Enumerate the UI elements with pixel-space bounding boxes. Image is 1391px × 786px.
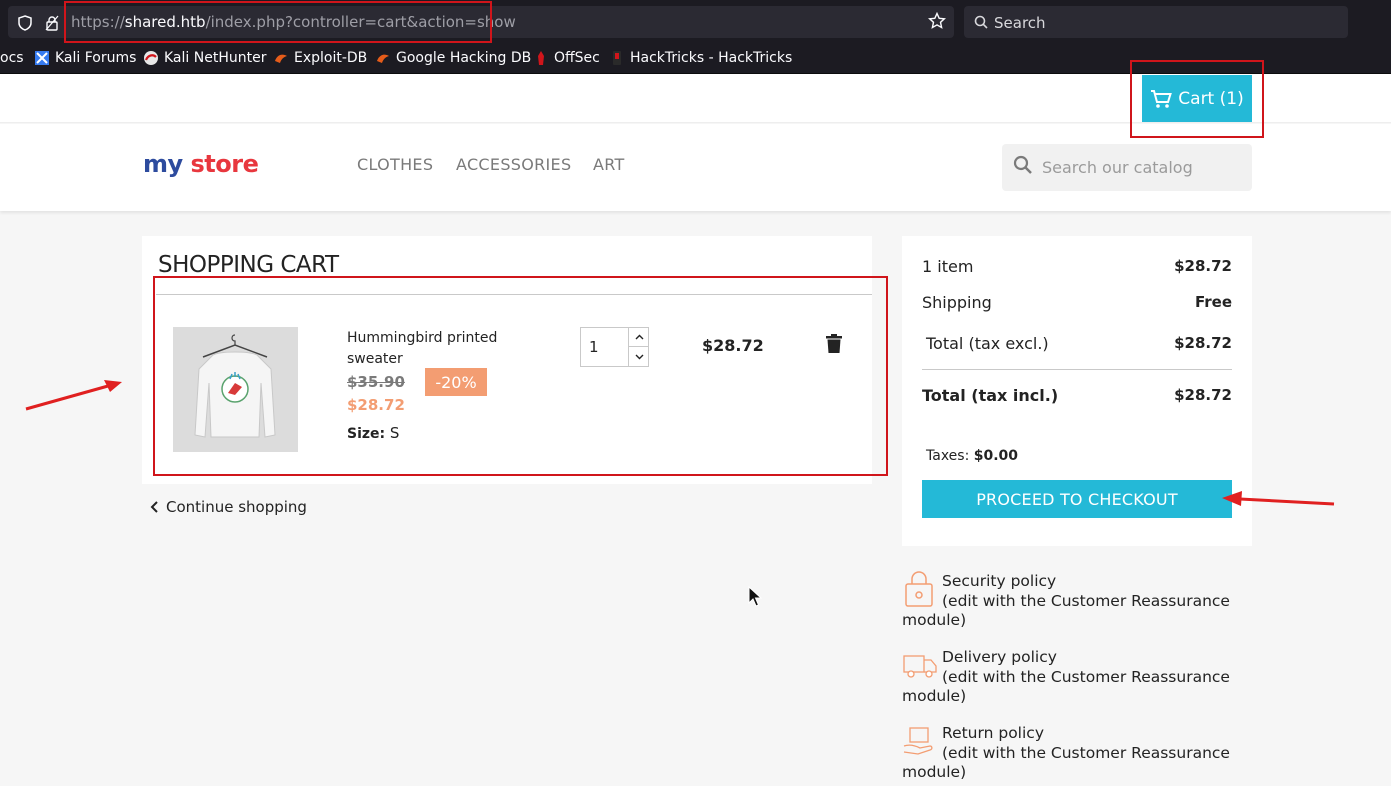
return-box-icon (903, 727, 933, 755)
summary-total-excl-row: Total (tax excl.) $28.72 (922, 334, 1232, 353)
reassurance-title: Security policy (942, 572, 1057, 590)
summary-items-value: $28.72 (1174, 257, 1232, 275)
shield-icon[interactable] (17, 15, 33, 31)
reassurance-desc: (edit with the Customer Reassurance modu… (902, 743, 1230, 782)
bookmark-docs[interactable]: ocs (0, 50, 24, 66)
kali-forums-icon (35, 51, 49, 65)
logo-word-store: store (190, 150, 259, 178)
reassurance-security: Security policy (edit with the Customer … (902, 571, 1232, 631)
bookmark-kali-nethunter[interactable]: Kali NetHunter (144, 50, 266, 66)
summary-taxes: Taxes: $0.00 (926, 448, 1018, 464)
reassurance-title: Return policy (942, 724, 1044, 742)
security-icon (905, 571, 933, 607)
page-title: SHOPPING CART (158, 252, 339, 278)
search-icon (1013, 155, 1032, 174)
exploit-db-icon (275, 54, 287, 63)
delivery-truck-icon (903, 655, 937, 678)
reassurance-delivery: Delivery policy (edit with the Customer … (902, 648, 1232, 707)
bookmark-label: Google Hacking DB (396, 50, 532, 66)
bookmark-hacktricks[interactable]: HackTricks - HackTricks (610, 50, 792, 66)
summary-total-incl-label: Total (tax incl.) (922, 386, 1059, 405)
catalog-search-input[interactable]: Search our catalog (1002, 144, 1252, 191)
store-logo[interactable]: my store (143, 150, 259, 178)
summary-total-incl-value: $28.72 (1174, 386, 1232, 404)
logo-word-my: my (143, 150, 183, 178)
proceed-to-checkout-button[interactable]: PROCEED TO CHECKOUT (922, 480, 1232, 518)
bookmark-label: ocs (0, 50, 24, 66)
summary-total-incl-row: Total (tax incl.) $28.72 (922, 386, 1232, 405)
hacktricks-icon (613, 51, 621, 65)
summary-shipping-value: Free (1194, 293, 1232, 311)
bookmark-kali-forums[interactable]: Kali Forums (35, 50, 136, 66)
search-icon (974, 15, 988, 29)
catalog-search-placeholder: Search our catalog (1042, 158, 1193, 177)
summary-items-row: 1 item $28.72 (922, 257, 1232, 276)
reassurance-desc: (edit with the Customer Reassurance modu… (902, 667, 1230, 706)
continue-shopping-label: Continue shopping (166, 498, 307, 516)
taxes-label: Taxes: (926, 448, 970, 464)
annotation-arrow-right (25, 380, 122, 411)
bookmark-label: Exploit-DB (294, 50, 368, 66)
annotation-box-url (64, 1, 492, 43)
reassurance-title: Delivery policy (942, 648, 1057, 666)
offsec-icon (538, 51, 544, 65)
divider (922, 369, 1232, 370)
annotation-arrow-left (1222, 491, 1335, 506)
nav-art[interactable]: ART (593, 155, 625, 174)
kali-nethunter-icon (144, 51, 158, 65)
browser-search-placeholder: Search (994, 14, 1046, 32)
summary-shipping-row: Shipping Free (922, 293, 1232, 312)
summary-total-excl-label: Total (tax excl.) (926, 334, 1049, 353)
bookmark-label: Kali NetHunter (164, 50, 267, 66)
bookmark-google-hacking-db[interactable]: Google Hacking DB (376, 50, 531, 66)
nav-clothes[interactable]: CLOTHES (357, 155, 433, 174)
bookmark-label: OffSec (554, 50, 600, 66)
reassurance-desc: (edit with the Customer Reassurance modu… (902, 591, 1230, 630)
nav-accessories[interactable]: ACCESSORIES (456, 155, 571, 174)
bookmark-label: HackTricks - HackTricks (630, 50, 793, 66)
reassurance-return: Return policy (edit with the Customer Re… (902, 724, 1232, 783)
exploit-db-icon (377, 54, 389, 63)
summary-shipping-label: Shipping (922, 293, 992, 312)
mouse-cursor-icon (748, 586, 762, 607)
taxes-value: $0.00 (973, 448, 1019, 464)
summary-total-excl-value: $28.72 (1174, 334, 1232, 352)
browser-search-box[interactable]: Search (964, 6, 1348, 38)
lock-icon[interactable] (44, 15, 60, 31)
bookmark-offsec[interactable]: OffSec (534, 50, 600, 66)
bookmark-label: Kali Forums (55, 50, 137, 66)
bookmark-exploit-db[interactable]: Exploit-DB (274, 50, 367, 66)
continue-shopping-link[interactable]: Continue shopping (150, 498, 307, 516)
bookmark-star-icon[interactable] (928, 12, 946, 30)
annotation-box-cart (1130, 60, 1264, 138)
annotation-box-cart-item (153, 276, 888, 476)
summary-items-label: 1 item (922, 257, 974, 276)
chevron-left-icon (150, 501, 158, 513)
